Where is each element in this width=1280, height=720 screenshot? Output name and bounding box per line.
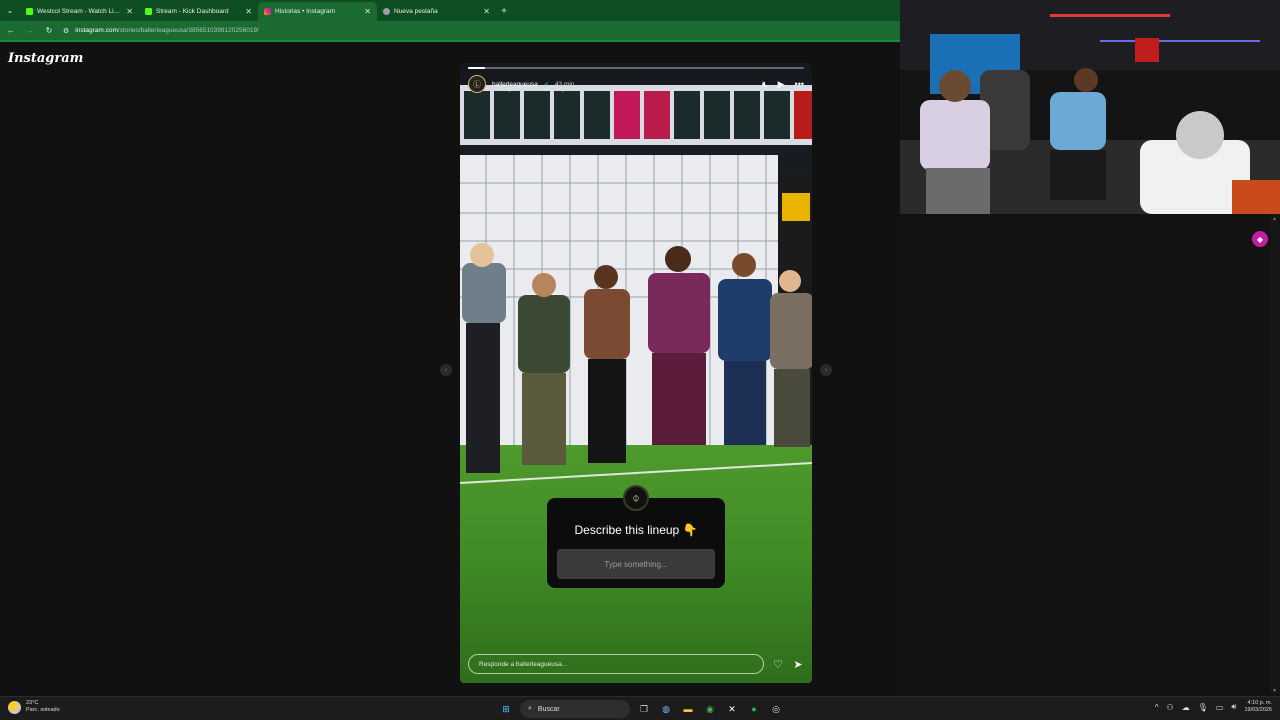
question-answer-input[interactable]: Type something... [557, 549, 715, 579]
file-explorer-icon[interactable]: ▬ [680, 701, 696, 717]
tab-search-menu-icon[interactable]: ⌄ [0, 0, 20, 21]
close-tab-icon[interactable]: ✕ [126, 7, 133, 16]
taskbar-search[interactable]: ⌕ Buscar [520, 700, 630, 718]
tab-title: Stream - Kick Dashboard [156, 8, 229, 15]
globe-favicon-icon [383, 8, 390, 15]
copilot-icon[interactable]: ◍ [658, 701, 674, 717]
story-song[interactable]: Lil Stephen - Feel So Good (Ba [494, 87, 570, 93]
mute-icon[interactable]: 🔇︎ [762, 79, 768, 90]
browser-tab-active[interactable]: Historias • Instagram ✕ [258, 2, 377, 21]
close-tab-icon[interactable]: ✕ [245, 7, 252, 16]
instagram-page: Instagram ‹ › Ⓛ ballerleagueusa ✔ 43 min… [0, 44, 900, 694]
volume-icon[interactable]: 🔊︎ [1231, 702, 1236, 712]
capcut-icon[interactable]: ✕ [724, 701, 740, 717]
send-icon[interactable]: ➤ [792, 658, 804, 671]
windows-start-icon[interactable]: ⊞ [498, 701, 514, 717]
baller-league-logo-icon: ⌽ [623, 485, 649, 511]
baller-league-avatar[interactable]: Ⓛ [468, 75, 486, 93]
story-viewer[interactable]: Ⓛ ballerleagueusa ✔ 43 min 🔇︎ ▶ ••• Lil … [460, 63, 812, 683]
obs-icon[interactable]: ◎ [768, 701, 784, 717]
heart-icon[interactable]: ♡ [772, 658, 784, 671]
system-tray: ^ ⚇ ☁ 🎙︎ ▭ 🔊︎ 4:10 p. m. 19/03/2026 [1155, 700, 1272, 714]
scroll-up-icon[interactable]: ▲ [1272, 216, 1277, 222]
weather-description: Parc. soleado [26, 707, 60, 713]
taskbar-apps: ⊞ ⌕ Buscar ❐ ◍ ▬ ◉ ✕ ● ◎ [498, 699, 784, 719]
story-photo [460, 63, 812, 683]
search-icon: ⌕ [528, 705, 532, 712]
site-info-icon[interactable]: ⚙ [63, 27, 69, 35]
tab-title: Westcol Stream - Watch Live on [37, 8, 123, 15]
onedrive-icon[interactable]: ☁ [1182, 703, 1190, 712]
system-clock[interactable]: 4:10 p. m. 19/03/2026 [1244, 700, 1272, 714]
close-tab-icon[interactable]: ✕ [364, 7, 371, 16]
scroll-down-icon[interactable]: ▼ [1272, 688, 1277, 694]
partly-sunny-icon [8, 700, 21, 714]
spotify-icon[interactable]: ● [746, 701, 762, 717]
windows-taskbar: 23°C Parc. soleado ⊞ ⌕ Buscar ❐ ◍ ▬ ◉ ✕ … [0, 696, 1280, 720]
weather-temperature: 23°C [26, 700, 39, 706]
question-sticker[interactable]: ⌽ Describe this lineup 👇 Type something.… [547, 485, 725, 588]
instagram-favicon-icon [264, 8, 271, 15]
tray-app-icon[interactable]: ⚇ [1167, 703, 1174, 712]
right-empty-area [900, 214, 1280, 694]
close-tab-icon[interactable]: ✕ [483, 7, 490, 16]
play-icon[interactable]: ▶ [778, 79, 785, 90]
instagram-logo[interactable]: Instagram [8, 51, 83, 66]
weather-widget[interactable]: 23°C Parc. soleado [8, 700, 60, 714]
tab-title: Historias • Instagram [275, 8, 336, 15]
browser-tab-bar: ⌄ Westcol Stream - Watch Live on ✕ Strea… [0, 0, 900, 21]
forward-arrow-icon[interactable]: → [25, 26, 35, 35]
story-controls: 🔇︎ ▶ ••• [762, 79, 804, 90]
story-reply-input[interactable]: Responde a ballerleagueusa... [468, 654, 764, 674]
url-path: /stories/ballerleagueusa/385651039812025… [117, 27, 259, 34]
next-story-arrow-icon[interactable]: › [820, 364, 832, 376]
url-host: instagram.com [75, 27, 118, 34]
task-view-icon[interactable]: ❐ [636, 701, 652, 717]
previous-story-arrow-icon[interactable]: ‹ [440, 364, 452, 376]
microphone-icon[interactable]: 🎙︎ [1198, 703, 1208, 712]
story-progress-bar [468, 67, 804, 69]
browser-tab[interactable]: Stream - Kick Dashboard ✕ [139, 2, 258, 21]
browser-tab[interactable]: Nueva pestaña ✕ [377, 2, 496, 21]
clock-date: 19/03/2026 [1244, 707, 1272, 713]
webcam-overlay [900, 0, 1280, 214]
url-field[interactable]: ⚙ instagram.com/stories/ballerleagueusa/… [63, 27, 259, 35]
clock-time: 4:10 p. m. [1247, 700, 1272, 706]
page-scrollbar[interactable] [1270, 214, 1280, 694]
question-prompt: Describe this lineup 👇 [574, 523, 698, 537]
chevron-up-icon[interactable]: ^ [1155, 703, 1159, 712]
story-reply-bar: Responde a ballerleagueusa... ♡ ➤ [468, 653, 804, 675]
browser-tab[interactable]: Westcol Stream - Watch Live on ✕ [20, 2, 139, 21]
extension-badge-icon[interactable]: ◆ [1252, 231, 1268, 247]
new-tab-button[interactable]: + [496, 2, 512, 21]
more-options-icon[interactable]: ••• [795, 79, 804, 90]
address-bar: ← → ↻ ⚙ instagram.com/stories/ballerleag… [0, 21, 900, 42]
tab-title: Nueva pestaña [394, 8, 438, 15]
search-label: Buscar [537, 705, 560, 713]
kick-favicon-icon [26, 8, 33, 15]
story-progress-fill [468, 67, 485, 69]
reload-icon[interactable]: ↻ [44, 26, 54, 35]
chrome-icon[interactable]: ◉ [702, 701, 718, 717]
kick-favicon-icon [145, 8, 152, 15]
back-arrow-icon[interactable]: ← [6, 26, 16, 35]
network-icon[interactable]: ▭ [1216, 703, 1224, 712]
